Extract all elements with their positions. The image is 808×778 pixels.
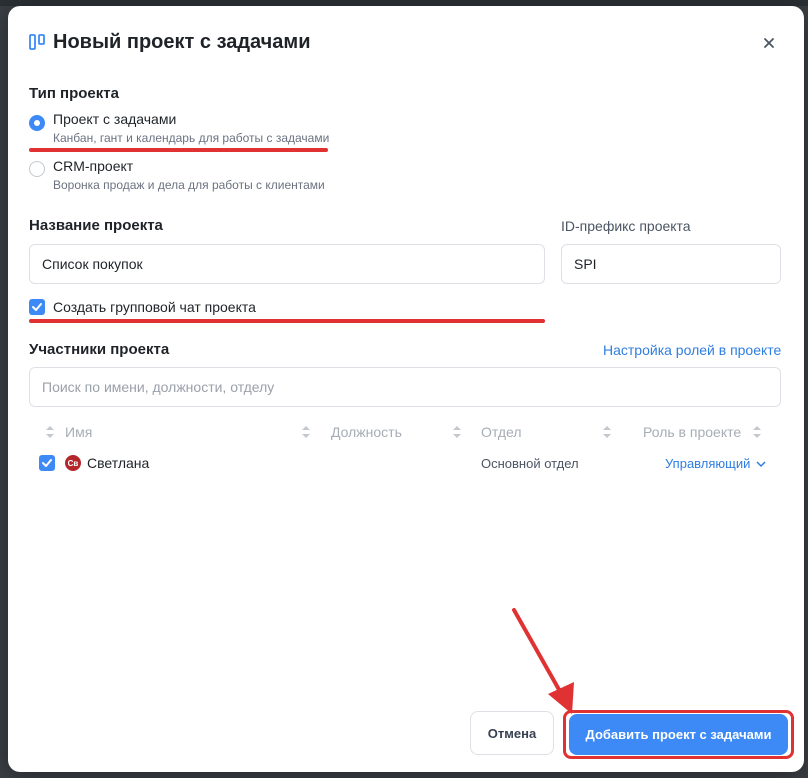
member-role-select[interactable]: Управляющий — [665, 456, 766, 471]
task-project-title[interactable]: Проект с задачами — [53, 111, 176, 127]
member-role-label: Управляющий — [665, 456, 751, 471]
radio-crm-project[interactable] — [29, 161, 45, 177]
sort-icon[interactable] — [602, 425, 612, 439]
chevron-down-icon — [756, 461, 766, 468]
kanban-icon — [29, 34, 45, 50]
column-department[interactable]: Отдел — [481, 424, 522, 440]
avatar: Св — [65, 455, 81, 471]
id-prefix-input[interactable]: SPI — [561, 244, 781, 284]
crm-project-title[interactable]: CRM-проект — [53, 158, 133, 174]
annotation-underline-2 — [29, 319, 545, 323]
column-role[interactable]: Роль в проекте — [643, 424, 741, 440]
column-name[interactable]: Имя — [65, 424, 92, 440]
project-name-input[interactable]: Список покупок — [29, 244, 545, 284]
annotation-arrow — [512, 608, 574, 714]
crm-project-description: Воронка продаж и дела для работы с клиен… — [53, 178, 325, 192]
dialog-title: Новый проект с задачами — [53, 31, 311, 53]
sort-icon[interactable] — [452, 425, 462, 439]
column-position[interactable]: Должность — [331, 424, 402, 440]
roles-settings-link[interactable]: Настройка ролей в проекте — [603, 342, 781, 358]
group-chat-checkbox[interactable] — [29, 299, 45, 315]
check-icon — [32, 303, 42, 311]
member-department: Основной отдел — [481, 456, 579, 471]
cancel-button[interactable]: Отмена — [470, 711, 554, 755]
member-name: Светлана — [87, 455, 150, 471]
dialog-header: Новый проект с задачами — [8, 6, 804, 80]
new-project-dialog: Новый проект с задачами Тип проекта Прое… — [8, 6, 804, 772]
close-icon[interactable] — [758, 32, 780, 54]
sort-icon[interactable] — [752, 425, 762, 439]
members-label: Участники проекта — [29, 341, 170, 358]
annotation-underline-1 — [29, 148, 328, 152]
group-chat-label[interactable]: Создать групповой чат проекта — [53, 299, 256, 315]
sort-icon[interactable] — [45, 425, 55, 439]
sort-icon[interactable] — [301, 425, 311, 439]
id-prefix-label: ID-префикс проекта — [561, 218, 691, 234]
add-project-button[interactable]: Добавить проект с задачами — [569, 714, 788, 755]
task-project-description: Канбан, гант и календарь для работы с за… — [53, 131, 330, 145]
member-search-input[interactable]: Поиск по имени, должности, отделу — [29, 367, 781, 407]
check-icon — [42, 459, 52, 467]
project-type-label: Тип проекта — [29, 85, 119, 102]
radio-task-project[interactable] — [29, 115, 45, 131]
project-name-label: Название проекта — [29, 217, 163, 234]
member-row-checkbox[interactable] — [39, 455, 55, 471]
